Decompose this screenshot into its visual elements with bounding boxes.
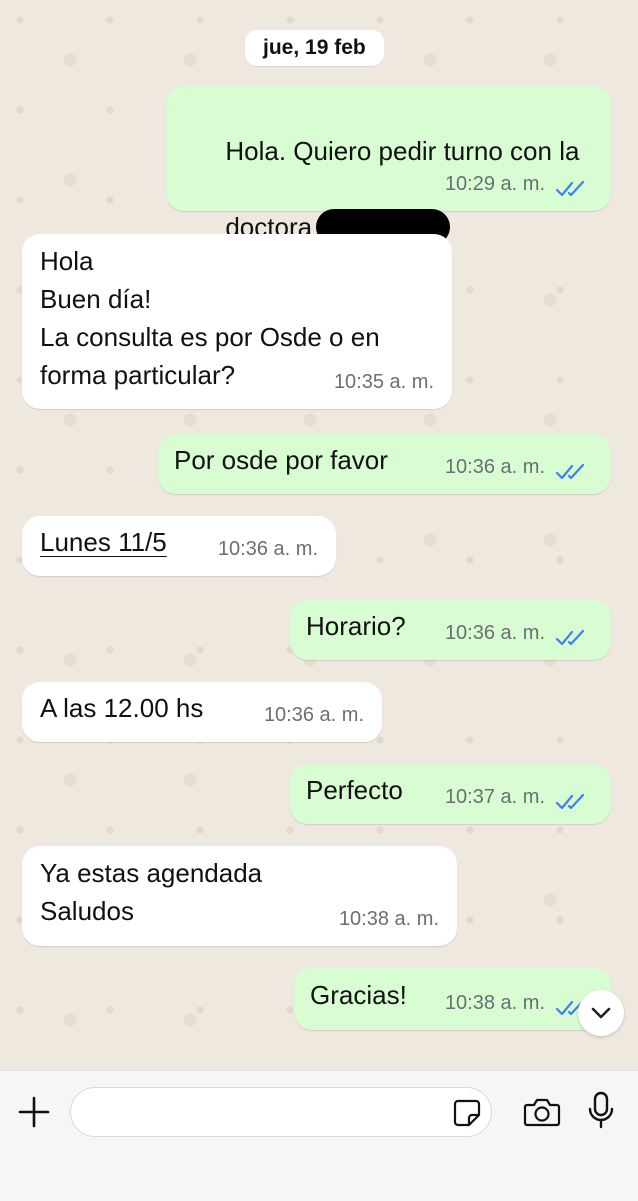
microphone-icon[interactable] [586, 1090, 616, 1130]
message-bubble-incoming[interactable]: Ya estas agendada Saludos 10:38 a. m. [22, 846, 457, 946]
scroll-to-bottom-button[interactable] [578, 990, 624, 1036]
message-time: 10:35 a. m. [333, 371, 434, 393]
message-meta: 10:35 a. m. [334, 363, 434, 401]
message-text: A las 12.00 hs [40, 693, 204, 723]
message-bubble-outgoing[interactable]: Hola. Quiero pedir turno con la doctora … [166, 86, 611, 246]
message-text: Por osde por favor [174, 445, 388, 475]
message-meta: 10:37 a. m. [445, 778, 589, 816]
message-time: 10:37 a. m. [444, 786, 545, 808]
message-text: Gracias! [310, 980, 407, 1010]
message-bubble-outgoing[interactable]: Horario? 10:36 a. m. [290, 600, 611, 660]
message-meta: 10:36 a. m. [264, 696, 364, 734]
message-meta: 10:36 a. m. [445, 614, 589, 652]
message-meta: 10:36 a. m. [445, 448, 589, 486]
message-meta: 10:38 a. m. [339, 900, 439, 938]
camera-icon[interactable] [523, 1096, 561, 1128]
message-meta: 10:29 a. m. [445, 165, 589, 203]
message-input[interactable] [70, 1087, 492, 1137]
message-bubble-incoming[interactable]: A las 12.00 hs 10:36 a. m. [22, 682, 382, 742]
double-check-icon [555, 787, 589, 810]
chat-background: jue, 19 feb Hola. Quiero pedir turno con… [0, 0, 638, 1070]
message-time: 10:38 a. m. [338, 908, 439, 930]
message-time: 10:29 a. m. [444, 173, 545, 195]
message-text: Ya estas agendada Saludos [40, 858, 263, 926]
message-bubble-outgoing[interactable]: Por osde por favor 10:36 a. m. [158, 434, 611, 494]
message-bubble-outgoing[interactable]: Perfecto 10:37 a. m. [290, 764, 611, 824]
chevron-down-icon [591, 1007, 611, 1019]
double-check-icon [555, 623, 589, 646]
message-time: 10:36 a. m. [217, 538, 318, 560]
message-bubble-incoming[interactable]: Lunes 11/5 10:36 a. m. [22, 516, 336, 576]
message-time: 10:36 a. m. [444, 622, 545, 644]
double-check-icon [555, 174, 589, 197]
sticker-icon[interactable] [452, 1098, 482, 1128]
message-bubble-outgoing[interactable]: Gracias! 10:38 a. m. [294, 968, 611, 1030]
message-text: Horario? [306, 611, 406, 641]
message-time: 10:36 a. m. [263, 704, 364, 726]
message-time: 10:36 a. m. [444, 456, 545, 478]
message-meta: 10:36 a. m. [218, 530, 318, 568]
message-bubble-incoming[interactable]: Hola Buen día! La consulta es por Osde o… [22, 234, 452, 409]
message-time: 10:38 a. m. [444, 992, 545, 1014]
message-text: Perfecto [306, 775, 403, 805]
message-meta: 10:38 a. m. [445, 984, 589, 1022]
double-check-icon [555, 457, 589, 480]
date-separator: jue, 19 feb [245, 30, 384, 66]
message-text: Hola Buen día! La consulta es por Osde o… [40, 246, 380, 390]
message-text-line: Hola. Quiero pedir turno con la [225, 136, 580, 166]
message-text-date-link[interactable]: Lunes 11/5 [40, 523, 167, 561]
plus-icon[interactable] [14, 1092, 54, 1132]
